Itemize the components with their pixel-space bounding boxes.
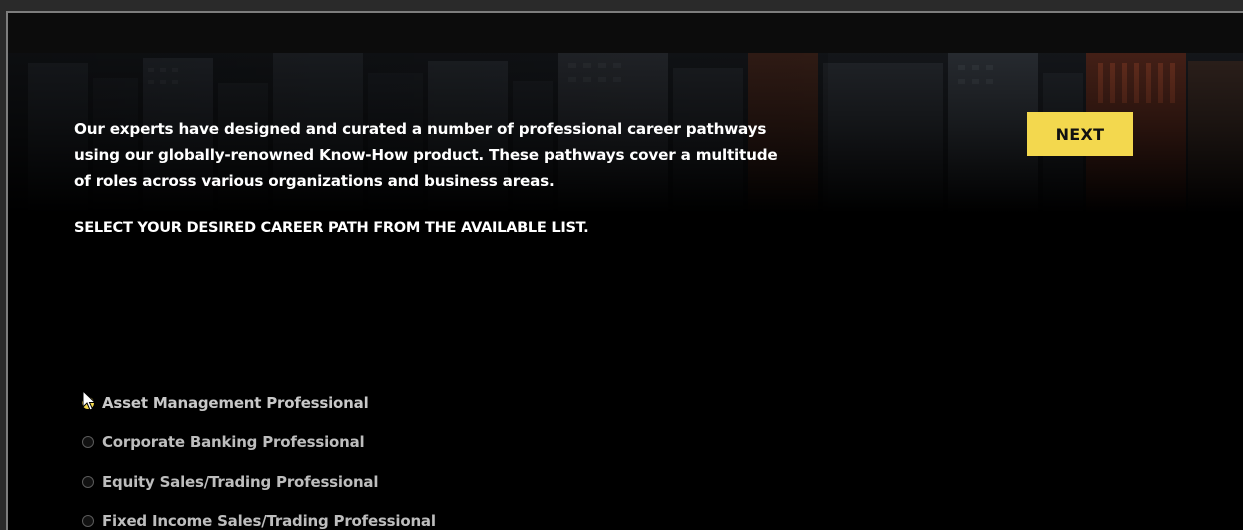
radio-circle-icon[interactable] <box>82 436 94 449</box>
career-option-corporate-banking[interactable]: Corporate Banking Professional <box>82 423 436 463</box>
top-bar <box>8 13 1243 53</box>
career-path-list: Asset Management Professional Corporate … <box>82 383 436 530</box>
app-window: Our experts have designed and curated a … <box>6 11 1243 530</box>
mouse-pointer-icon <box>82 390 96 411</box>
career-option-label: Fixed Income Sales/Trading Professional <box>102 512 436 530</box>
radio-circle-icon[interactable] <box>82 475 94 488</box>
radio-circle-icon[interactable] <box>82 515 94 528</box>
career-option-fixed-income-sales-trading[interactable]: Fixed Income Sales/Trading Professional <box>82 502 436 530</box>
career-option-label: Asset Management Professional <box>102 393 369 412</box>
career-option-asset-management[interactable]: Asset Management Professional <box>82 383 436 423</box>
career-option-label: Corporate Banking Professional <box>102 433 365 452</box>
instruction-heading: SELECT YOUR DESIRED CAREER PATH FROM THE… <box>74 219 589 236</box>
career-option-label: Equity Sales/Trading Professional <box>102 472 379 491</box>
career-option-equity-sales-trading[interactable]: Equity Sales/Trading Professional <box>82 462 436 502</box>
intro-paragraph: Our experts have designed and curated a … <box>74 120 778 190</box>
next-button[interactable]: NEXT <box>1027 112 1133 156</box>
